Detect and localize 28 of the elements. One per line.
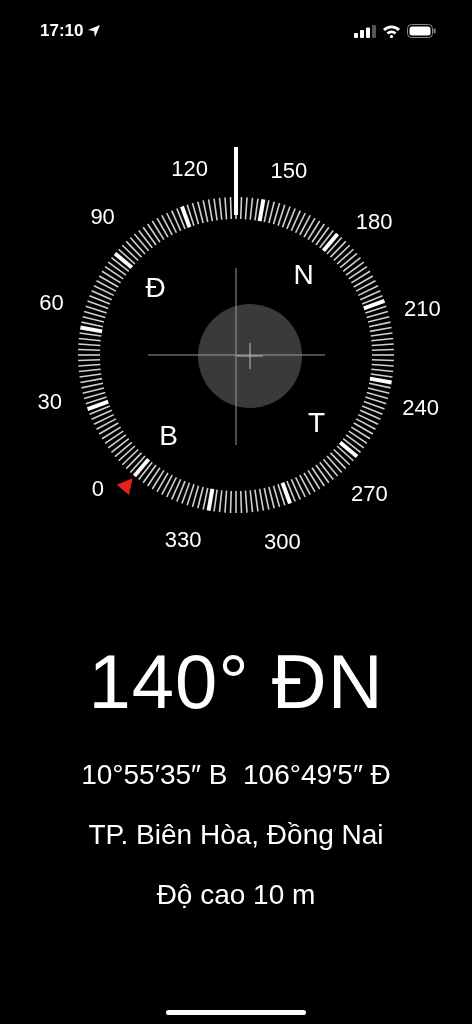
- battery-icon: [407, 24, 436, 38]
- cardinal-label: T: [307, 407, 325, 438]
- degree-label: 270: [351, 480, 388, 506]
- degree-label: 0: [91, 475, 104, 501]
- degree-label: 90: [90, 204, 115, 230]
- location-arrow-icon: [87, 24, 102, 38]
- degree-label: 240: [402, 395, 439, 421]
- level-crosshair-drawing: [236, 342, 264, 370]
- coordinates-text: 10°55′35″ B 106°49′5″ Đ: [81, 758, 391, 792]
- north-marker-icon: [116, 478, 133, 495]
- altitude-text: Độ cao 10 m: [156, 878, 316, 912]
- degree-label: 60: [39, 289, 64, 315]
- degree-label: 180: [355, 209, 393, 235]
- wifi-icon: [382, 24, 401, 38]
- degree-label: 300: [264, 528, 301, 554]
- place-text: TP. Biên Hòa, Đồng Nai: [88, 818, 384, 852]
- cardinal-label: Đ: [145, 272, 166, 303]
- status-time: 17:10: [40, 20, 84, 43]
- degree-label: 330: [164, 527, 202, 553]
- heading-reading: 140° ĐN: [88, 644, 384, 720]
- heading-marker: [234, 147, 238, 215]
- degree-label: 210: [403, 296, 441, 322]
- cardinal-label: B: [159, 419, 178, 451]
- degree-label: 30: [37, 388, 62, 414]
- cardinal-label: N: [293, 259, 314, 291]
- degree-label: 120: [171, 156, 208, 182]
- signal-icon: [354, 24, 376, 38]
- degree-label: 150: [270, 157, 308, 183]
